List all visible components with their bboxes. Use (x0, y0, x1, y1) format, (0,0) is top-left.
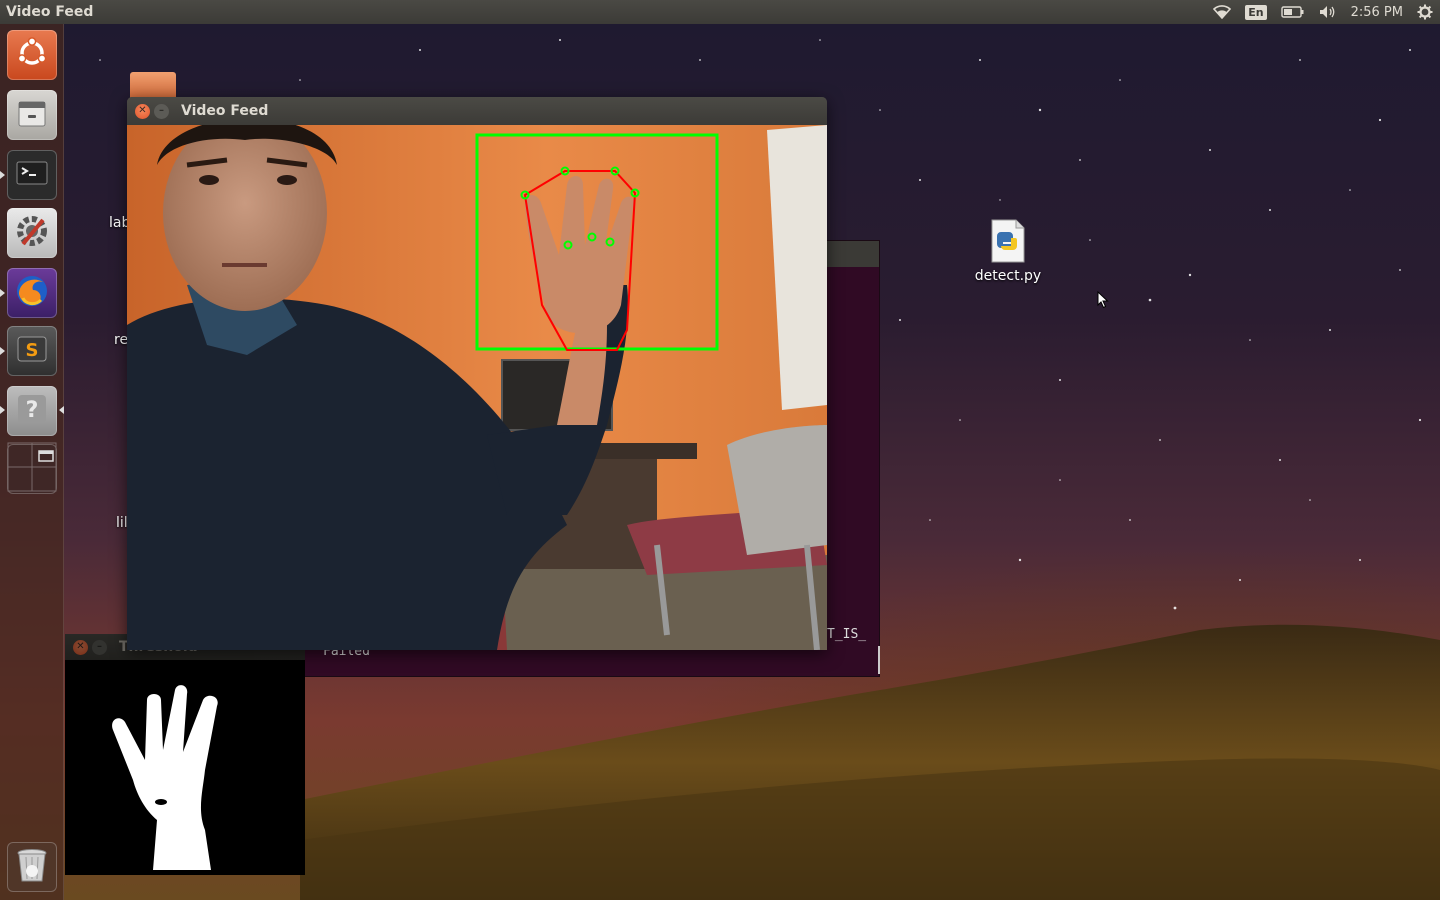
keyboard-layout-label: En (1245, 4, 1267, 20)
desktop-partial-label: re (114, 332, 129, 348)
svg-text:S: S (26, 340, 39, 361)
launcher-item-system-settings[interactable] (7, 208, 57, 258)
video-feed-window[interactable]: ✕ – Video Feed (127, 97, 827, 650)
launcher-item-trash[interactable] (7, 842, 57, 892)
terminal-scrollbar[interactable] (878, 646, 880, 674)
keyboard-layout-indicator[interactable]: En (1238, 0, 1273, 24)
unity-launcher: S ? (0, 24, 64, 900)
threshold-window[interactable]: ✕ – Threshold (65, 634, 305, 875)
desktop-partial-label: lil (116, 515, 128, 531)
gear-wrench-icon (13, 212, 51, 254)
wifi-icon[interactable] (1206, 0, 1238, 24)
launcher-item-files[interactable] (7, 90, 57, 140)
launcher-item-dash[interactable] (7, 30, 57, 80)
video-feed-titlebar[interactable]: ✕ – Video Feed (127, 97, 827, 125)
launcher-item-workspace-switcher[interactable] (7, 442, 57, 496)
top-panel: Video Feed En 2:56 PM (0, 0, 1440, 24)
launcher-running-indicator (0, 347, 5, 355)
close-button[interactable]: ✕ (73, 639, 88, 655)
close-button[interactable]: ✕ (135, 103, 150, 119)
minimize-button[interactable]: – (92, 639, 107, 655)
system-tray: En 2:56 PM (1206, 0, 1440, 24)
mouse-cursor-icon (1097, 291, 1109, 309)
volume-icon[interactable] (1312, 0, 1344, 24)
desktop-file-detect-py[interactable]: detect.py (975, 218, 1041, 284)
threshold-mask-image (65, 660, 305, 875)
sublime-text-icon: S (14, 331, 50, 371)
minimize-button[interactable]: – (154, 103, 169, 119)
firefox-icon (13, 272, 51, 314)
power-gear-icon[interactable] (1410, 0, 1440, 24)
desktop-file-label: detect.py (974, 268, 1042, 284)
question-icon: ? (15, 392, 49, 430)
active-app-title: Video Feed (6, 4, 94, 20)
folder-icon[interactable] (130, 72, 176, 98)
launcher-item-sublime-text[interactable]: S (7, 326, 57, 376)
file-cabinet-icon (15, 96, 49, 134)
launcher-item-help[interactable]: ? (7, 386, 57, 436)
launcher-active-indicator (59, 406, 64, 414)
webcam-frame (127, 125, 827, 650)
clock[interactable]: 2:56 PM (1344, 0, 1410, 24)
launcher-running-indicator (0, 289, 5, 297)
battery-icon[interactable] (1274, 0, 1312, 24)
launcher-running-indicator (0, 406, 5, 414)
webcam-scene (127, 125, 827, 650)
trash-icon (12, 845, 52, 889)
launcher-item-terminal[interactable] (7, 150, 57, 200)
python-file-icon (978, 218, 1038, 264)
video-feed-window-title: Video Feed (181, 103, 269, 119)
launcher-item-firefox[interactable] (7, 268, 57, 318)
ubuntu-logo-icon (15, 36, 49, 74)
svg-text:?: ? (26, 398, 39, 423)
workspaces-icon (7, 442, 57, 496)
terminal-output-line: T_IS_ (827, 627, 867, 642)
terminal-icon (15, 156, 49, 194)
launcher-running-indicator (0, 171, 5, 179)
